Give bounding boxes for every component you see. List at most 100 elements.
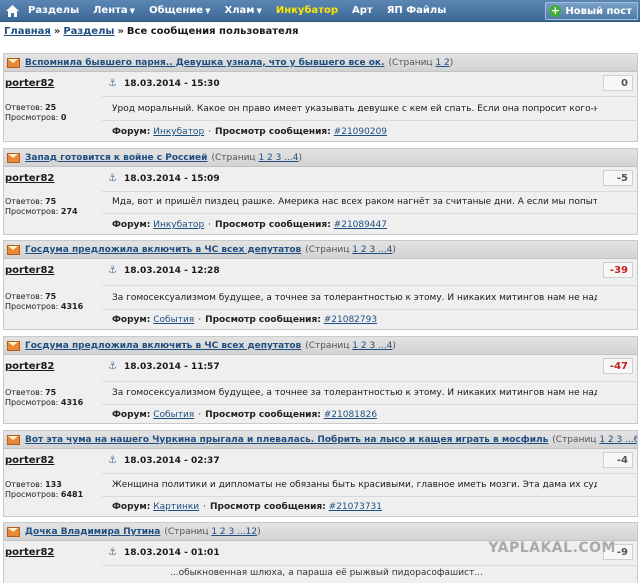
- forum-link[interactable]: Инкубатор: [153, 220, 204, 230]
- views-label: Просмотров:: [5, 490, 59, 499]
- forum-link[interactable]: Инкубатор: [153, 127, 204, 137]
- post-excerpt: Урод моральный. Какое он право имеет ука…: [112, 104, 597, 114]
- anchor-icon[interactable]: ⚓: [108, 173, 117, 184]
- post-card: Госдума предложила включить в ЧС всех де…: [3, 240, 638, 330]
- anchor-icon[interactable]: ⚓: [108, 361, 117, 372]
- divider: [102, 381, 637, 382]
- topic-link[interactable]: Вспомнила бывшего парня.. Девушка узнала…: [25, 58, 384, 68]
- new-post-button[interactable]: + Новый пост: [545, 2, 638, 20]
- page-links[interactable]: 1 2 3 ...12: [211, 527, 257, 537]
- post-date: 18.03.2014 - 15:09: [124, 174, 220, 184]
- pages-info: (Страниц 1 2): [388, 57, 454, 68]
- post-body: porter82 Ответов: 75 Просмотров: 4316 ⚓ …: [4, 259, 637, 329]
- views-count: 0: [60, 113, 67, 122]
- page-links[interactable]: 1 2 3 ...6: [599, 435, 637, 445]
- chevron-down-icon: ▼: [205, 6, 211, 15]
- post-meta: Форум: Инкубатор · Просмотр сообщения: #21…: [112, 127, 388, 137]
- page-links[interactable]: 1 2: [435, 58, 449, 68]
- message-link[interactable]: #21082793: [324, 315, 377, 325]
- post-card: Госдума предложила включить в ЧС всех де…: [3, 336, 638, 424]
- home-icon[interactable]: [5, 4, 19, 18]
- author-link[interactable]: porter82: [5, 173, 54, 184]
- page-links[interactable]: 1 2 3 ...4: [352, 245, 392, 255]
- divider: [102, 309, 637, 310]
- plus-icon: +: [549, 4, 562, 17]
- rating-badge: -47: [603, 358, 633, 374]
- chevron-down-icon: ▼: [256, 6, 262, 15]
- nav-communication[interactable]: Общение ▼: [142, 5, 217, 16]
- author-link[interactable]: porter82: [5, 455, 54, 466]
- views-label: Просмотров:: [5, 113, 59, 122]
- author-link[interactable]: porter82: [5, 78, 54, 89]
- post-stats: Ответов: 75 Просмотров: 274: [5, 197, 78, 217]
- post-card: Вспомнила бывшего парня.. Девушка узнала…: [3, 53, 638, 142]
- divider: [102, 96, 637, 97]
- post-body: porter82 Ответов: 75 Просмотров: 4316 ⚓ …: [4, 355, 637, 423]
- topic-link[interactable]: Госдума предложила включить в ЧС всех де…: [25, 245, 301, 255]
- post-body: porter82 Ответов: 25 Просмотров: 0 ⚓ 18.…: [4, 72, 637, 141]
- nav-files[interactable]: ЯП Файлы: [380, 5, 454, 16]
- new-post-label: Новый пост: [565, 5, 632, 17]
- anchor-icon[interactable]: ⚓: [108, 455, 117, 466]
- pages-prefix: (Страниц: [211, 152, 256, 163]
- author-link[interactable]: porter82: [5, 547, 54, 558]
- pages-info: (Страниц 1 2 3 ...4): [305, 340, 396, 351]
- author-link[interactable]: porter82: [5, 265, 54, 276]
- message-link[interactable]: #21090209: [334, 127, 387, 137]
- views-stat: Просмотров: 6481: [5, 490, 83, 500]
- partial-excerpt: ...обыкновенная шлюха, а параша её рыжвы…: [170, 568, 483, 578]
- nav-incubator[interactable]: Инкубатор: [269, 5, 345, 16]
- divider: [102, 120, 637, 121]
- message-link[interactable]: #21073731: [329, 502, 382, 512]
- views-count: 4316: [60, 302, 84, 311]
- pages-info: (Страниц 1 2 3 ...6): [552, 435, 637, 445]
- post-meta: Форум: Картинки · Просмотр сообщения: #210…: [112, 502, 383, 512]
- divider: [102, 213, 637, 214]
- breadcrumb-home[interactable]: Главная: [4, 26, 51, 37]
- nav-sections[interactable]: Разделы: [21, 5, 86, 16]
- rating-badge: -39: [603, 262, 633, 278]
- forum-link[interactable]: Картинки: [153, 502, 199, 512]
- replies-count: 75: [45, 292, 57, 301]
- topic-link[interactable]: Дочка Владимира Путина: [25, 527, 160, 537]
- replies-stat: Ответов: 25: [5, 103, 66, 113]
- post-date: 18.03.2014 - 02:37: [124, 456, 220, 466]
- nav-art[interactable]: Арт: [345, 5, 380, 16]
- replies-stat: Ответов: 133: [5, 480, 83, 490]
- post-card: Запад готовится к войне с Россией (Стран…: [3, 148, 638, 235]
- replies-count: 133: [45, 480, 62, 489]
- forum-link[interactable]: События: [153, 315, 194, 325]
- forum-link[interactable]: События: [153, 410, 194, 420]
- anchor-icon[interactable]: ⚓: [108, 547, 117, 558]
- breadcrumb-sections[interactable]: Разделы: [63, 26, 114, 37]
- topic-link[interactable]: Вот эта чума на нашего Чуркина прыгала и…: [25, 435, 548, 445]
- views-label: Просмотров:: [5, 398, 59, 407]
- post-meta: Форум: События · Просмотр сообщения: #2108…: [112, 410, 378, 420]
- nav-junk[interactable]: Хлам ▼: [217, 5, 268, 16]
- author-link[interactable]: porter82: [5, 361, 54, 372]
- post-excerpt: За гомосексуализмом будущее, а точнее за…: [112, 388, 597, 398]
- page-links[interactable]: 1 2 3 ...4: [258, 153, 298, 163]
- anchor-icon[interactable]: ⚓: [108, 265, 117, 276]
- topic-link[interactable]: Госдума предложила включить в ЧС всех де…: [25, 341, 301, 351]
- pages-prefix: (Страниц: [164, 526, 209, 537]
- pages-info: (Страниц 1 2 3 ...4): [211, 152, 303, 163]
- replies-stat: Ответов: 75: [5, 388, 83, 398]
- post-header: Госдума предложила включить в ЧС всех де…: [4, 337, 637, 355]
- message-link[interactable]: #21089447: [334, 220, 387, 230]
- breadcrumb-current: Все сообщения пользователя: [126, 26, 299, 37]
- post-meta: Форум: Инкубатор · Просмотр сообщения: #21…: [112, 220, 388, 230]
- anchor-icon[interactable]: ⚓: [108, 78, 117, 89]
- nav-feed[interactable]: Лента ▼: [86, 5, 142, 16]
- topic-link[interactable]: Запад готовится к войне с Россией: [25, 153, 207, 163]
- pages-prefix: (Страниц: [552, 434, 597, 445]
- views-count: 6481: [60, 490, 84, 499]
- post-header: Госдума предложила включить в ЧС всех де…: [4, 241, 637, 259]
- post-meta: Форум: События · Просмотр сообщения: #2108…: [112, 315, 378, 325]
- breadcrumb-separator: »: [117, 26, 124, 37]
- nav-junk-label: Хлам: [224, 5, 255, 16]
- divider: [102, 496, 637, 497]
- page-links[interactable]: 1 2 3 ...4: [352, 341, 392, 351]
- message-link[interactable]: #21081826: [324, 410, 377, 420]
- replies-label: Ответов:: [5, 388, 43, 397]
